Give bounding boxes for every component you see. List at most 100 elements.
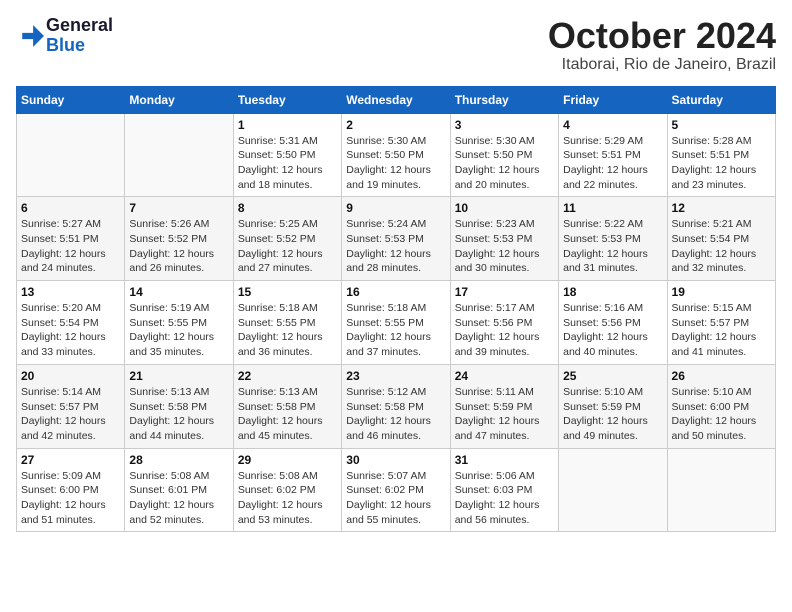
calendar-cell: 21 Sunrise: 5:13 AMSunset: 5:58 PMDayligh… xyxy=(125,364,233,448)
calendar-cell xyxy=(559,448,667,532)
day-number: 20 xyxy=(21,369,120,383)
calendar-cell: 30Sunrise: 5:07 AMSunset: 6:02 PMDayligh… xyxy=(342,448,450,532)
calendar-cell: 18 Sunrise: 5:16 AMSunset: 5:56 PMDayligh… xyxy=(559,281,667,365)
weekday-header-cell: Wednesday xyxy=(342,86,450,113)
day-info: Sunrise: 5:30 AMSunset: 5:50 PMDaylight:… xyxy=(455,134,554,193)
calendar-cell xyxy=(667,448,775,532)
weekday-header-cell: Monday xyxy=(125,86,233,113)
calendar-cell: 12Sunrise: 5:21 AMSunset: 5:54 PMDayligh… xyxy=(667,197,775,281)
calendar-cell: 19 Sunrise: 5:15 AMSunset: 5:57 PMDayligh… xyxy=(667,281,775,365)
weekday-header-cell: Thursday xyxy=(450,86,558,113)
day-number: 28 xyxy=(129,453,228,467)
day-info: Sunrise: 5:29 AMSunset: 5:51 PMDaylight:… xyxy=(563,134,662,193)
day-number: 15 xyxy=(238,285,337,299)
day-number: 23 xyxy=(346,369,445,383)
calendar-cell: 27Sunrise: 5:09 AMSunset: 6:00 PMDayligh… xyxy=(17,448,125,532)
day-info: Sunrise: 5:15 AMSunset: 5:57 PMDaylight:… xyxy=(672,301,771,360)
calendar-header: SundayMondayTuesdayWednesdayThursdayFrid… xyxy=(17,86,776,113)
day-info: Sunrise: 5:08 AMSunset: 6:01 PMDaylight:… xyxy=(129,469,228,528)
day-info: Sunrise: 5:25 AMSunset: 5:52 PMDaylight:… xyxy=(238,217,337,276)
day-info: Sunrise: 5:31 AMSunset: 5:50 PMDaylight:… xyxy=(238,134,337,193)
day-number: 18 xyxy=(563,285,662,299)
day-info: Sunrise: 5:30 AMSunset: 5:50 PMDaylight:… xyxy=(346,134,445,193)
calendar-cell: 10 Sunrise: 5:23 AMSunset: 5:53 PMDayligh… xyxy=(450,197,558,281)
logo-text: General Blue xyxy=(46,16,113,56)
day-number: 16 xyxy=(346,285,445,299)
day-number: 6 xyxy=(21,201,120,215)
calendar-cell xyxy=(125,113,233,197)
day-info: Sunrise: 5:26 AMSunset: 5:52 PMDaylight:… xyxy=(129,217,228,276)
day-info: Sunrise: 5:17 AMSunset: 5:56 PMDaylight:… xyxy=(455,301,554,360)
calendar-cell: 4 Sunrise: 5:29 AMSunset: 5:51 PMDaylight… xyxy=(559,113,667,197)
day-number: 17 xyxy=(455,285,554,299)
calendar-cell: 7Sunrise: 5:26 AMSunset: 5:52 PMDaylight… xyxy=(125,197,233,281)
calendar-cell: 17 Sunrise: 5:17 AMSunset: 5:56 PMDayligh… xyxy=(450,281,558,365)
day-number: 31 xyxy=(455,453,554,467)
day-info: Sunrise: 5:23 AMSunset: 5:53 PMDaylight:… xyxy=(455,217,554,276)
day-info: Sunrise: 5:12 AMSunset: 5:58 PMDaylight:… xyxy=(346,385,445,444)
calendar-cell: 29 Sunrise: 5:08 AMSunset: 6:02 PMDayligh… xyxy=(233,448,341,532)
month-title: October 2024 xyxy=(548,16,776,56)
day-info: Sunrise: 5:10 AMSunset: 6:00 PMDaylight:… xyxy=(672,385,771,444)
calendar-cell: 25Sunrise: 5:10 AMSunset: 5:59 PMDayligh… xyxy=(559,364,667,448)
day-number: 24 xyxy=(455,369,554,383)
day-info: Sunrise: 5:14 AMSunset: 5:57 PMDaylight:… xyxy=(21,385,120,444)
day-info: Sunrise: 5:18 AMSunset: 5:55 PMDaylight:… xyxy=(346,301,445,360)
day-number: 30 xyxy=(346,453,445,467)
day-info: Sunrise: 5:21 AMSunset: 5:54 PMDaylight:… xyxy=(672,217,771,276)
day-number: 11 xyxy=(563,201,662,215)
day-info: Sunrise: 5:13 AMSunset: 5:58 PMDaylight:… xyxy=(238,385,337,444)
day-number: 19 xyxy=(672,285,771,299)
logo-icon xyxy=(16,22,44,50)
logo: General Blue xyxy=(16,16,113,56)
calendar-table: SundayMondayTuesdayWednesdayThursdayFrid… xyxy=(16,86,776,533)
location: Itaborai, Rio de Janeiro, Brazil xyxy=(548,56,776,74)
calendar-cell: 3Sunrise: 5:30 AMSunset: 5:50 PMDaylight… xyxy=(450,113,558,197)
calendar-cell: 13 Sunrise: 5:20 AMSunset: 5:54 PMDayligh… xyxy=(17,281,125,365)
day-number: 21 xyxy=(129,369,228,383)
day-info: Sunrise: 5:19 AMSunset: 5:55 PMDaylight:… xyxy=(129,301,228,360)
day-number: 5 xyxy=(672,118,771,132)
title-block: October 2024 Itaborai, Rio de Janeiro, B… xyxy=(548,16,776,74)
day-info: Sunrise: 5:22 AMSunset: 5:53 PMDaylight:… xyxy=(563,217,662,276)
calendar-cell: 9Sunrise: 5:24 AMSunset: 5:53 PMDaylight… xyxy=(342,197,450,281)
day-info: Sunrise: 5:24 AMSunset: 5:53 PMDaylight:… xyxy=(346,217,445,276)
day-number: 22 xyxy=(238,369,337,383)
day-number: 26 xyxy=(672,369,771,383)
weekday-header-cell: Friday xyxy=(559,86,667,113)
day-info: Sunrise: 5:09 AMSunset: 6:00 PMDaylight:… xyxy=(21,469,120,528)
calendar-cell: 15 Sunrise: 5:18 AMSunset: 5:55 PMDayligh… xyxy=(233,281,341,365)
calendar-cell: 16 Sunrise: 5:18 AMSunset: 5:55 PMDayligh… xyxy=(342,281,450,365)
calendar-cell: 20 Sunrise: 5:14 AMSunset: 5:57 PMDayligh… xyxy=(17,364,125,448)
day-info: Sunrise: 5:08 AMSunset: 6:02 PMDaylight:… xyxy=(238,469,337,528)
weekday-header-cell: Sunday xyxy=(17,86,125,113)
day-info: Sunrise: 5:06 AMSunset: 6:03 PMDaylight:… xyxy=(455,469,554,528)
day-info: Sunrise: 5:16 AMSunset: 5:56 PMDaylight:… xyxy=(563,301,662,360)
day-number: 25 xyxy=(563,369,662,383)
day-number: 1 xyxy=(238,118,337,132)
day-info: Sunrise: 5:11 AMSunset: 5:59 PMDaylight:… xyxy=(455,385,554,444)
calendar-cell: 8Sunrise: 5:25 AMSunset: 5:52 PMDaylight… xyxy=(233,197,341,281)
calendar-cell: 23 Sunrise: 5:12 AMSunset: 5:58 PMDayligh… xyxy=(342,364,450,448)
calendar-cell: 22 Sunrise: 5:13 AMSunset: 5:58 PMDayligh… xyxy=(233,364,341,448)
day-info: Sunrise: 5:20 AMSunset: 5:54 PMDaylight:… xyxy=(21,301,120,360)
calendar-cell: 28 Sunrise: 5:08 AMSunset: 6:01 PMDayligh… xyxy=(125,448,233,532)
calendar-cell: 1 Sunrise: 5:31 AMSunset: 5:50 PMDaylight… xyxy=(233,113,341,197)
day-number: 10 xyxy=(455,201,554,215)
day-number: 29 xyxy=(238,453,337,467)
day-info: Sunrise: 5:18 AMSunset: 5:55 PMDaylight:… xyxy=(238,301,337,360)
calendar-cell: 31 Sunrise: 5:06 AMSunset: 6:03 PMDayligh… xyxy=(450,448,558,532)
page-header: General Blue October 2024 Itaborai, Rio … xyxy=(16,16,776,74)
day-number: 4 xyxy=(563,118,662,132)
calendar-cell: 2Sunrise: 5:30 AMSunset: 5:50 PMDaylight… xyxy=(342,113,450,197)
calendar-cell: 5 Sunrise: 5:28 AMSunset: 5:51 PMDaylight… xyxy=(667,113,775,197)
day-info: Sunrise: 5:13 AMSunset: 5:58 PMDaylight:… xyxy=(129,385,228,444)
calendar-cell: 6Sunrise: 5:27 AMSunset: 5:51 PMDaylight… xyxy=(17,197,125,281)
day-number: 14 xyxy=(129,285,228,299)
weekday-header-cell: Saturday xyxy=(667,86,775,113)
calendar-cell: 26 Sunrise: 5:10 AMSunset: 6:00 PMDayligh… xyxy=(667,364,775,448)
calendar-cell: 14 Sunrise: 5:19 AMSunset: 5:55 PMDayligh… xyxy=(125,281,233,365)
day-number: 13 xyxy=(21,285,120,299)
day-info: Sunrise: 5:28 AMSunset: 5:51 PMDaylight:… xyxy=(672,134,771,193)
calendar-cell: 24 Sunrise: 5:11 AMSunset: 5:59 PMDayligh… xyxy=(450,364,558,448)
